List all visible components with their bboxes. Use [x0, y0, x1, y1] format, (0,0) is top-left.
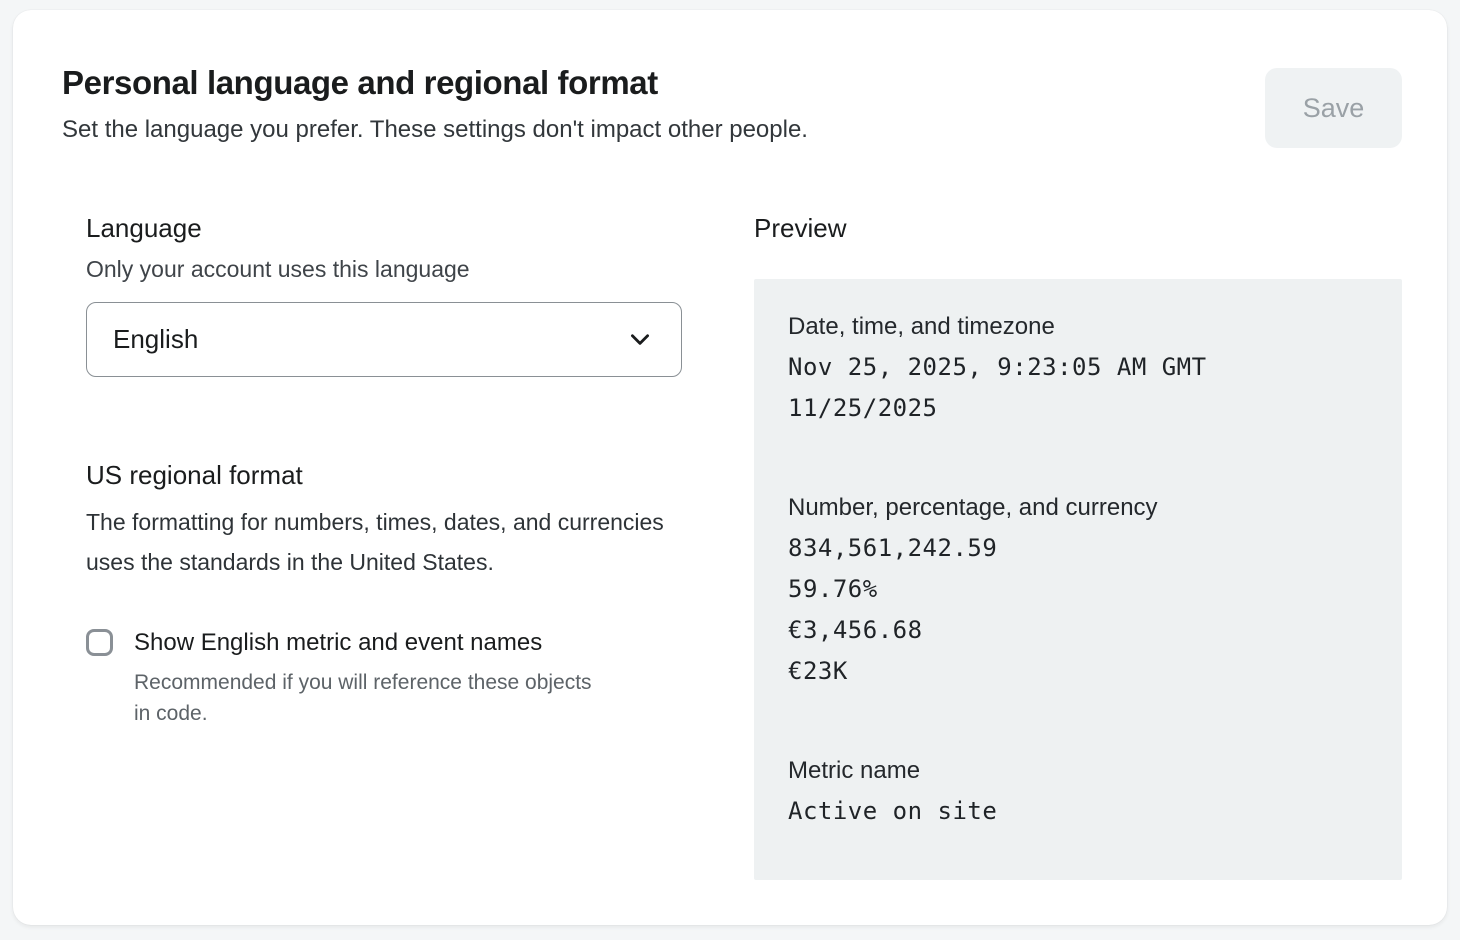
preview-column: Preview Date, time, and timezone Nov 25,… — [754, 212, 1402, 880]
regional-format-section: US regional format The formatting for nu… — [86, 459, 700, 730]
card-header: Personal language and regional format Se… — [62, 62, 1402, 148]
chevron-down-icon — [627, 326, 653, 352]
preview-group-metric: Metric name Active on site — [788, 750, 1372, 832]
language-section: Language Only your account uses this lan… — [86, 212, 700, 377]
preview-group-datetime: Date, time, and timezone Nov 25, 2025, 9… — [788, 306, 1372, 429]
show-english-names-row: Show English metric and event names Reco… — [86, 627, 700, 730]
preview-currency-value: €3,456.68 — [788, 610, 1372, 651]
preview-percentage-value: 59.76% — [788, 569, 1372, 610]
header-text: Personal language and regional format Se… — [62, 62, 808, 147]
preview-metric-value: Active on site — [788, 791, 1372, 832]
settings-left-column: Language Only your account uses this lan… — [86, 212, 700, 880]
preview-heading: Preview — [754, 212, 1402, 246]
preview-number-value: 834,561,242.59 — [788, 528, 1372, 569]
preview-box: Date, time, and timezone Nov 25, 2025, 9… — [754, 279, 1402, 880]
checkbox-label: Show English metric and event names — [134, 627, 604, 658]
preview-datetime-value: Nov 25, 2025, 9:23:05 AM GMT — [788, 347, 1372, 388]
preview-date-value: 11/25/2025 — [788, 388, 1372, 429]
checkbox-text-block: Show English metric and event names Reco… — [134, 627, 604, 730]
settings-columns: Language Only your account uses this lan… — [86, 212, 1402, 880]
checkbox-help-text: Recommended if you will reference these … — [134, 667, 604, 730]
page-title: Personal language and regional format — [62, 62, 808, 103]
regional-format-heading: US regional format — [86, 459, 700, 493]
save-button[interactable]: Save — [1265, 68, 1402, 148]
regional-format-description: The formatting for numbers, times, dates… — [86, 502, 698, 582]
preview-group-number: Number, percentage, and currency 834,561… — [788, 487, 1372, 692]
preview-datetime-label: Date, time, and timezone — [788, 306, 1372, 347]
preview-number-label: Number, percentage, and currency — [788, 487, 1372, 528]
show-english-names-checkbox[interactable] — [86, 629, 113, 656]
preview-currency-short-value: €23K — [788, 651, 1372, 692]
language-heading: Language — [86, 212, 700, 246]
language-select-value: English — [113, 324, 198, 355]
language-select[interactable]: English — [86, 302, 682, 377]
settings-card: Personal language and regional format Se… — [13, 10, 1447, 925]
page-subtitle: Set the language you prefer. These setti… — [62, 114, 808, 146]
language-help-text: Only your account uses this language — [86, 254, 700, 285]
preview-metric-label: Metric name — [788, 750, 1372, 791]
